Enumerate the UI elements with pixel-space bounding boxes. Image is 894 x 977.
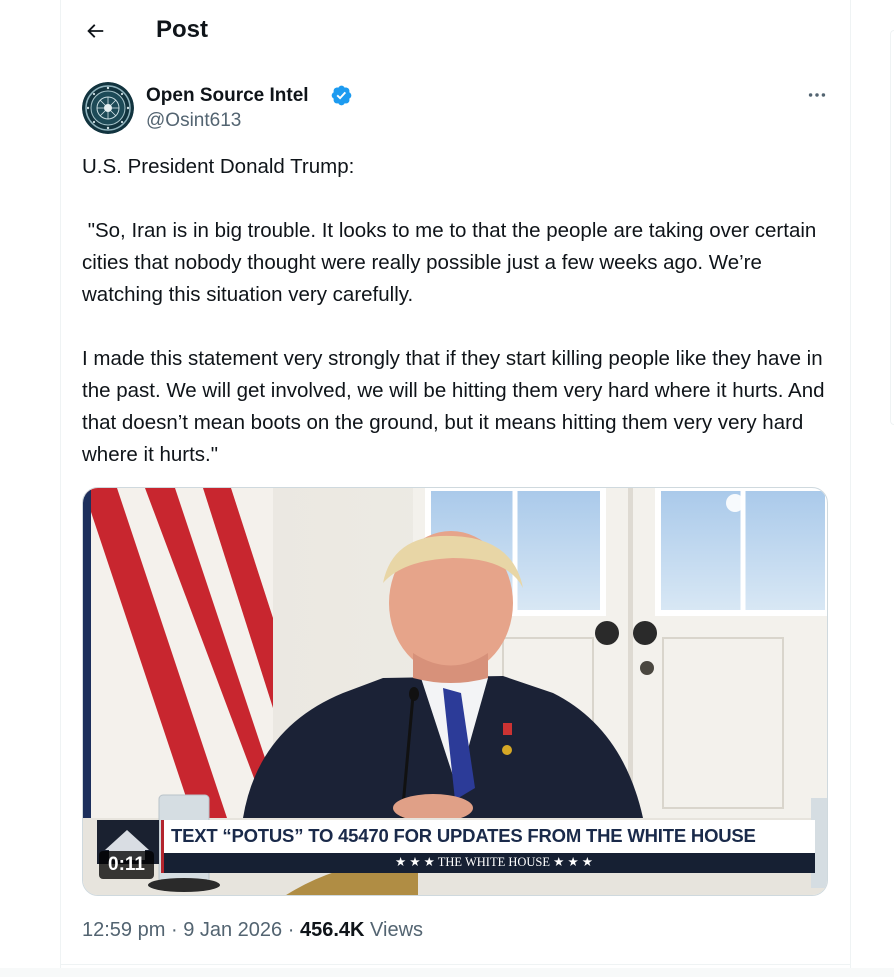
video-duration: 0:11	[99, 851, 154, 879]
views-link[interactable]: 456.4K Views	[300, 919, 423, 941]
post-header: Post	[60, 0, 851, 62]
more-options-button[interactable]	[798, 80, 836, 110]
page-footer-band	[0, 968, 894, 977]
post-date: 9 Jan 2026	[183, 919, 283, 941]
tweet-text: U.S. President Donald Trump: "So, Iran i…	[82, 155, 825, 466]
arrow-left-icon	[87, 24, 104, 38]
video-chyron-sub: ★ ★ ★ THE WHITE HOUSE ★ ★ ★	[395, 855, 594, 869]
divider	[60, 964, 851, 965]
more-horizontal-icon	[808, 93, 826, 97]
sidebar-edge	[890, 30, 894, 425]
avatar[interactable]	[82, 82, 134, 134]
views-count: 456.4K	[299, 919, 365, 941]
post-time: 12:59 pm	[82, 919, 166, 941]
avatar-image	[82, 82, 134, 134]
page-title: Post	[156, 16, 209, 43]
author-name[interactable]: Open Source Intel	[146, 84, 309, 108]
back-button[interactable]	[76, 12, 114, 50]
meta-separator: ·	[287, 919, 295, 941]
verified-badge-icon	[331, 85, 352, 106]
views-label: Views	[370, 919, 424, 941]
meta-separator: ·	[170, 919, 178, 941]
author-handle[interactable]: @Osint613	[146, 109, 241, 133]
post-timestamp-link[interactable]: 12:59 pm · 9 Jan 2026	[82, 919, 282, 941]
video-player[interactable]: TEXT “POTUS” TO 45470 FOR UPDATES FROM T…	[82, 487, 828, 896]
post-meta: 12:59 pm · 9 Jan 2026 · 456.4K Views	[82, 917, 423, 943]
video-chyron: TEXT “POTUS” TO 45470 FOR UPDATES FROM T…	[171, 825, 756, 846]
